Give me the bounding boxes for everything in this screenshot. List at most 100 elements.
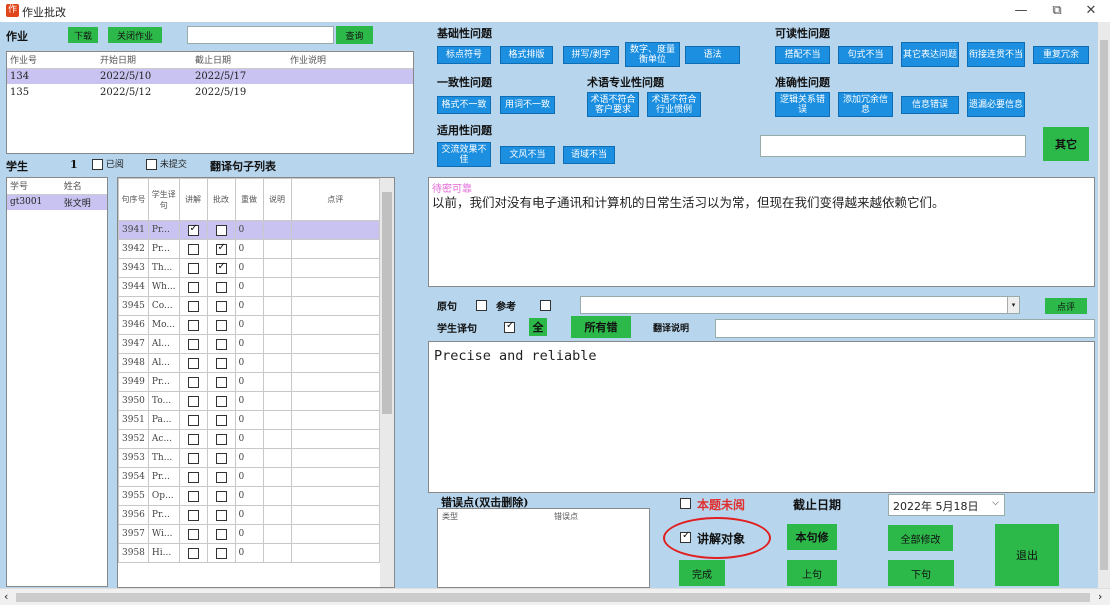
explain-checkbox[interactable]: [187, 319, 199, 331]
correct-checkbox[interactable]: [215, 528, 227, 540]
trans-note-input[interactable]: [715, 319, 1095, 338]
correct-checkbox[interactable]: [215, 395, 227, 407]
note-cell[interactable]: [262, 315, 292, 335]
sentence-row[interactable]: 3947 Al... 0: [118, 334, 381, 354]
fix-all-button[interactable]: 全部修改: [888, 525, 953, 551]
explain-cell[interactable]: [178, 334, 208, 354]
horizontal-scrollbar-thumb[interactable]: [16, 593, 1090, 602]
sentence-row[interactable]: 3948 Al... 0: [118, 353, 381, 373]
explain-cell[interactable]: [178, 486, 208, 506]
explain-cell[interactable]: [178, 505, 208, 525]
sentence-row[interactable]: 3943Th... 0: [118, 258, 381, 278]
deadline-picker[interactable]: 2022年 5月18日 ⌵: [888, 494, 1005, 516]
issue-cohesion-button[interactable]: 衔接连贯不当: [967, 42, 1025, 67]
correct-cell[interactable]: [206, 391, 236, 411]
comment-cell[interactable]: [290, 543, 381, 563]
sentence-row[interactable]: 3950 To... 0: [118, 391, 381, 411]
sentence-row[interactable]: 3942Pr... 0: [118, 239, 381, 259]
scrollbar-thumb[interactable]: [382, 192, 392, 414]
note-cell[interactable]: [262, 543, 292, 563]
note-cell[interactable]: [262, 391, 292, 411]
comment-cell[interactable]: [290, 524, 381, 544]
explain-checkbox[interactable]: [187, 223, 199, 236]
correct-cell[interactable]: [206, 353, 236, 373]
correct-cell[interactable]: [206, 372, 236, 392]
issue-numbers-button[interactable]: 数字、度量衡单位: [625, 42, 680, 67]
chevron-down-icon[interactable]: ⌵: [992, 498, 999, 508]
not-reviewed-checkbox[interactable]: [680, 498, 691, 509]
explain-cell[interactable]: [178, 315, 208, 335]
comment-cell[interactable]: [290, 391, 381, 411]
note-cell[interactable]: [262, 505, 292, 525]
explain-checkbox[interactable]: [187, 528, 199, 540]
correct-checkbox[interactable]: [215, 319, 227, 331]
done-button[interactable]: 完成: [679, 560, 725, 586]
comment-cell[interactable]: [290, 448, 381, 468]
note-cell[interactable]: [262, 524, 292, 544]
correct-checkbox[interactable]: [215, 338, 227, 350]
explain-cell[interactable]: [178, 391, 208, 411]
note-cell[interactable]: [262, 258, 292, 278]
explain-cell[interactable]: [178, 239, 208, 259]
explain-checkbox[interactable]: [187, 490, 199, 502]
explain-checkbox[interactable]: [187, 395, 199, 407]
window-scrollbar-thumb[interactable]: [1100, 40, 1108, 570]
correct-cell[interactable]: [206, 410, 236, 430]
issue-format-button[interactable]: 格式排版: [500, 46, 553, 64]
issue-communication-button[interactable]: 交流效果不佳: [437, 142, 491, 167]
issue-logic-button[interactable]: 逻辑关系错误: [775, 92, 830, 117]
comment-cell[interactable]: [290, 277, 381, 297]
correct-checkbox[interactable]: [215, 471, 227, 483]
comment-cell[interactable]: [290, 372, 381, 392]
issue-punctuation-button[interactable]: 标点符号: [437, 46, 491, 64]
sentence-scrollbar[interactable]: [380, 178, 394, 587]
next-sentence-button[interactable]: 下句: [888, 560, 954, 586]
issue-redundancy-button[interactable]: 重复冗余: [1033, 46, 1089, 64]
sentence-row[interactable]: 3954 Pr... 0: [118, 467, 381, 487]
correct-checkbox[interactable]: [215, 414, 227, 426]
sentence-row[interactable]: 3946 Mo... 0: [118, 315, 381, 335]
issue-format-inconsistent-button[interactable]: 格式不一致: [437, 96, 491, 114]
sentence-row[interactable]: 3945 Co... 0: [118, 296, 381, 316]
explain-checkbox[interactable]: [187, 357, 199, 369]
correct-cell[interactable]: [206, 334, 236, 354]
explain-cell[interactable]: [178, 448, 208, 468]
explain-checkbox[interactable]: [187, 433, 199, 445]
correct-cell[interactable]: [206, 220, 236, 240]
exit-button[interactable]: 退出: [995, 524, 1059, 586]
issue-style-button[interactable]: 文风不当: [500, 146, 555, 164]
note-cell[interactable]: [262, 429, 292, 449]
sentence-row[interactable]: 3944 Wh... 0: [118, 277, 381, 297]
reviewed-filter[interactable]: 已阅: [92, 157, 124, 170]
student-trans-checkbox[interactable]: [504, 320, 515, 333]
issue-spelling-button[interactable]: 拼写/剥字: [563, 46, 619, 64]
window-vertical-scrollbar[interactable]: [1098, 22, 1110, 588]
comment-cell[interactable]: [290, 334, 381, 354]
explain-cell[interactable]: [178, 372, 208, 392]
issue-register-button[interactable]: 语域不当: [563, 146, 615, 164]
issue-info-error-button[interactable]: 信息错误: [901, 96, 959, 114]
explain-cell[interactable]: [178, 277, 208, 297]
correct-cell[interactable]: [206, 524, 236, 544]
explain-cell[interactable]: [178, 410, 208, 430]
homework-row[interactable]: 134 2022/5/10 2022/5/17: [7, 68, 413, 84]
correct-checkbox[interactable]: [215, 433, 227, 445]
note-cell[interactable]: [262, 277, 292, 297]
explain-checkbox[interactable]: [187, 338, 199, 350]
explain-checkbox[interactable]: [187, 547, 199, 559]
explain-checkbox[interactable]: [187, 471, 199, 483]
reviewed-checkbox[interactable]: [92, 159, 103, 170]
comment-cell[interactable]: [290, 353, 381, 373]
correct-checkbox[interactable]: [215, 490, 227, 502]
correct-checkbox[interactable]: [215, 509, 227, 521]
explain-checkbox[interactable]: [187, 243, 199, 255]
correct-cell[interactable]: [206, 258, 236, 278]
issue-term-client-button[interactable]: 术语不符合客户要求: [587, 92, 639, 117]
homework-row[interactable]: 135 2022/5/12 2022/5/19: [7, 84, 413, 100]
correct-cell[interactable]: [206, 277, 236, 297]
error-points-table[interactable]: 类型 错误点: [437, 508, 650, 588]
sentence-row[interactable]: 3958 Hi... 0: [118, 543, 381, 563]
window-horizontal-scrollbar[interactable]: ‹ ›: [0, 588, 1110, 605]
unsubmitted-checkbox[interactable]: [146, 159, 157, 170]
comment-cell[interactable]: [290, 486, 381, 506]
